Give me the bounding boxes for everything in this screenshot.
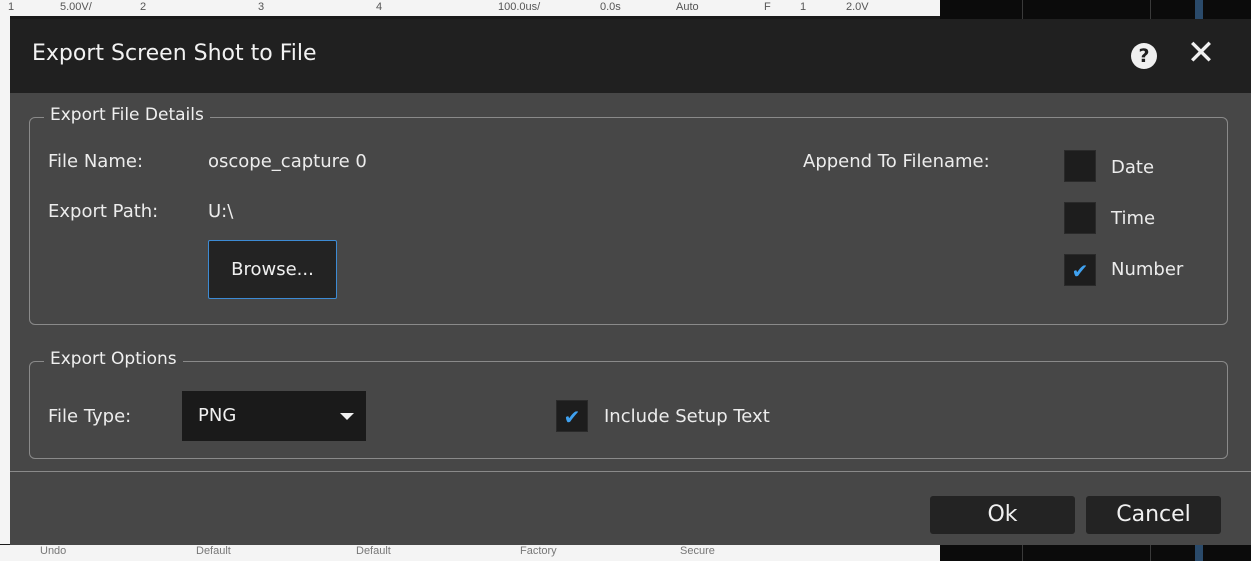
trigger-mode-readout: Auto xyxy=(676,1,699,13)
include-setup-text-checkbox[interactable] xyxy=(556,400,588,432)
number-checkbox[interactable] xyxy=(1064,254,1096,286)
time-checkbox[interactable] xyxy=(1064,202,1096,234)
file-type-label: File Type: xyxy=(48,406,132,427)
help-icon[interactable]: ? xyxy=(1131,43,1157,69)
chevron-down-icon xyxy=(340,413,354,420)
ok-button[interactable]: Ok xyxy=(930,496,1075,534)
cancel-button[interactable]: Cancel xyxy=(1086,496,1221,534)
scope-graticule-edge xyxy=(0,16,10,544)
date-label: Date xyxy=(1111,157,1155,178)
dialog-titlebar[interactable]: Export Screen Shot to File ? ✕ xyxy=(10,19,1251,93)
export-path-value: U:\ xyxy=(208,201,234,222)
file-name-value: oscope_capture 0 xyxy=(208,151,367,172)
channel-readout: 4 xyxy=(376,1,383,13)
trigger-readout: F xyxy=(764,1,771,13)
delay-readout: 0.0s xyxy=(600,1,621,13)
browse-button[interactable]: Browse... xyxy=(208,240,337,299)
footer-divider xyxy=(10,471,1251,472)
softkey-label[interactable]: Default xyxy=(356,545,391,557)
scope-softkey-bar: Undo Default Default Factory Secure xyxy=(0,545,940,561)
date-checkbox[interactable] xyxy=(1064,150,1096,182)
channel-readout: 3 xyxy=(258,1,265,13)
append-to-filename-label: Append To Filename: xyxy=(803,151,990,172)
channel-readout: 2 xyxy=(140,1,147,13)
include-setup-text-label: Include Setup Text xyxy=(604,406,770,427)
export-path-label: Export Path: xyxy=(48,201,159,222)
group-label: Export Options xyxy=(44,349,183,369)
softkey-label[interactable]: Factory xyxy=(520,545,557,557)
group-label: Export File Details xyxy=(44,105,210,125)
channel-readout: 5.00V/ xyxy=(60,1,92,13)
softkey-label[interactable]: Secure xyxy=(680,545,715,557)
softkey-label[interactable]: Undo xyxy=(40,545,66,557)
file-type-select[interactable]: PNG xyxy=(182,391,366,441)
channel-readout: 1 xyxy=(8,1,15,13)
export-screenshot-dialog: Export Screen Shot to File ? ✕ Export Fi… xyxy=(10,19,1251,545)
close-icon[interactable]: ✕ xyxy=(1183,35,1219,71)
number-label: Number xyxy=(1111,259,1184,280)
timebase-readout: 100.0us/ xyxy=(498,1,541,13)
file-name-label: File Name: xyxy=(48,151,144,172)
dialog-title: Export Screen Shot to File xyxy=(32,41,317,66)
scope-status-bar: 1 5.00V/ 2 3 4 100.0us/ 0.0s Auto F 1 2.… xyxy=(0,0,940,16)
softkey-label[interactable]: Default xyxy=(196,545,231,557)
trigger-level-readout: 2.0V xyxy=(846,1,869,13)
time-label: Time xyxy=(1111,208,1156,229)
trigger-readout: 1 xyxy=(800,1,807,13)
file-type-value: PNG xyxy=(198,405,237,426)
